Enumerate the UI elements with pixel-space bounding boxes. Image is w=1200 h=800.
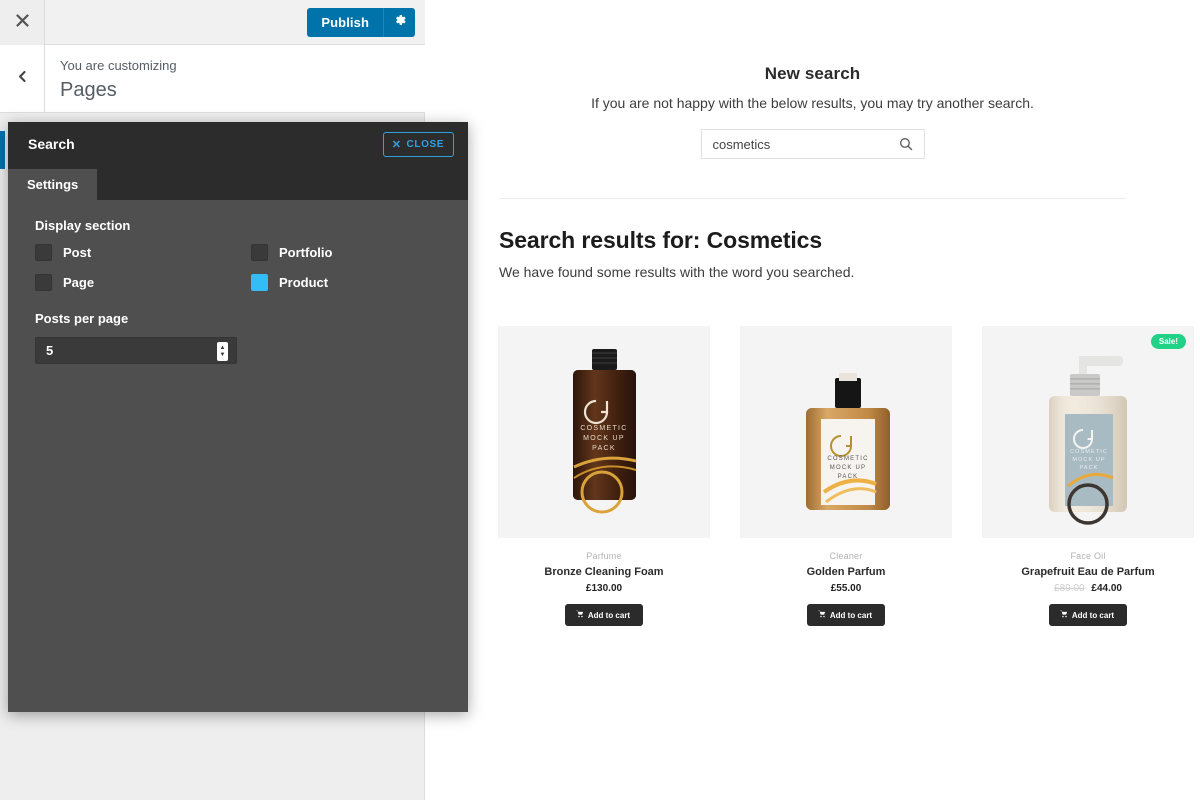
- product-image[interactable]: Sale! COSMETIC MOCK UP PACK: [982, 326, 1194, 538]
- product-image[interactable]: COSMETIC MOCK UP PACK: [498, 326, 710, 538]
- results-subtitle: We have found some results with the word…: [499, 264, 855, 280]
- panel-close-button[interactable]: ✕ CLOSE: [382, 132, 454, 157]
- checkbox-label-product: Product: [279, 275, 329, 290]
- checkbox-label-portfolio: Portfolio: [279, 245, 333, 260]
- product-card: COSMETIC MOCK UP PACK Cleaner Golden Par…: [740, 326, 952, 626]
- svg-text:COSMETIC: COSMETIC: [1070, 449, 1108, 455]
- product-category: Face Oil: [1070, 551, 1106, 561]
- product-grid: COSMETIC MOCK UP PACK Parfume Bronze Cle…: [498, 326, 1200, 626]
- product-card: COSMETIC MOCK UP PACK Parfume Bronze Cle…: [498, 326, 710, 626]
- customizer-header-text: You are customizing Pages: [45, 45, 177, 112]
- product-price-original: £89.00: [1054, 583, 1085, 594]
- panel-tabs: Settings: [8, 169, 468, 200]
- product-category: Parfume: [586, 551, 622, 561]
- display-section-label: Display section: [35, 218, 131, 233]
- product-price-current: £55.00: [830, 583, 862, 594]
- shopping-cart-icon: [575, 610, 584, 620]
- results-title: Search results for: Cosmetics: [499, 227, 823, 253]
- checkbox-row-product[interactable]: Product: [251, 274, 467, 291]
- panel-close-label: CLOSE: [406, 139, 444, 150]
- checkbox-label-page: Page: [63, 275, 95, 290]
- active-section-indicator: [0, 131, 5, 169]
- checkbox-row-portfolio[interactable]: Portfolio: [251, 244, 467, 261]
- search-icon[interactable]: [899, 137, 913, 151]
- add-to-cart-button[interactable]: Add to cart: [1048, 604, 1128, 626]
- publish-group: Publish: [307, 8, 415, 37]
- panel-body: Display section Post Portfolio Page Prod…: [8, 200, 468, 364]
- checkbox-portfolio[interactable]: [251, 244, 268, 261]
- panel-header: Search ✕ CLOSE: [8, 122, 468, 169]
- back-button[interactable]: [0, 45, 45, 112]
- product-price-current: £44.00: [1091, 583, 1122, 594]
- svg-text:MOCK UP: MOCK UP: [830, 465, 866, 471]
- close-customizer-button[interactable]: [0, 0, 45, 45]
- search-input[interactable]: [712, 136, 899, 152]
- stepper-arrows-icon[interactable]: ▲ ▼: [217, 342, 228, 361]
- new-search-subtitle: If you are not happy with the below resu…: [591, 95, 1034, 111]
- checkbox-label-post: Post: [63, 245, 92, 260]
- customizing-label: You are customizing: [60, 58, 177, 73]
- checkbox-post[interactable]: [35, 244, 52, 261]
- product-category: Cleaner: [829, 551, 863, 561]
- add-to-cart-label: Add to cart: [1071, 610, 1115, 620]
- gear-icon: [393, 13, 407, 32]
- site-preview: New search If you are not happy with the…: [425, 0, 1200, 800]
- svg-text:COSMETIC: COSMETIC: [580, 425, 627, 432]
- screen: Publish You are customizing Pages Search…: [0, 0, 1200, 800]
- stepper-down[interactable]: ▼: [220, 352, 226, 358]
- product-price-current: £130.00: [585, 583, 623, 594]
- product-name[interactable]: Bronze Cleaning Foam: [498, 566, 710, 578]
- product-price: £130.00: [498, 583, 710, 594]
- customizer-settings-button[interactable]: [383, 8, 415, 37]
- add-to-cart-button[interactable]: Add to cart: [806, 604, 886, 626]
- product-price: £89.00 £44.00: [982, 583, 1194, 594]
- search-field-wrapper[interactable]: [700, 129, 925, 159]
- close-x-icon: ✕: [391, 139, 402, 151]
- publish-button[interactable]: Publish: [307, 8, 383, 37]
- customizer-topbar: Publish: [0, 0, 425, 45]
- svg-text:MOCK UP: MOCK UP: [583, 435, 625, 442]
- posts-per-page-input[interactable]: 5 ▲ ▼: [35, 337, 237, 364]
- panel-title: Search: [28, 136, 75, 152]
- product-card: Sale! COSMETIC MOCK UP PACK Face Oil Gra…: [982, 326, 1194, 626]
- display-section-checkboxes: Post Portfolio Page Product: [35, 244, 448, 291]
- close-x-icon: [15, 13, 30, 33]
- add-to-cart-label: Add to cart: [829, 610, 873, 620]
- brown-bottle-illustration: COSMETIC MOCK UP PACK: [498, 326, 710, 538]
- checkbox-row-post[interactable]: Post: [35, 244, 251, 261]
- add-to-cart-button[interactable]: Add to cart: [564, 604, 644, 626]
- product-image[interactable]: COSMETIC MOCK UP PACK: [740, 326, 952, 538]
- svg-text:PACK: PACK: [1080, 465, 1099, 471]
- product-name[interactable]: Golden Parfum: [740, 566, 952, 578]
- posts-per-page-label: Posts per page: [35, 311, 129, 326]
- checkbox-page[interactable]: [35, 274, 52, 291]
- shopping-cart-icon: [817, 610, 826, 620]
- shopping-cart-icon: [1059, 610, 1068, 620]
- tab-settings[interactable]: Settings: [8, 169, 98, 200]
- search-widget-panel: Search ✕ CLOSE Settings Display section …: [8, 122, 468, 712]
- sale-badge: Sale!: [1150, 334, 1186, 349]
- page-title: Pages: [60, 79, 117, 101]
- posts-per-page-value: 5: [46, 343, 54, 358]
- chevron-left-icon: [16, 70, 29, 88]
- pump-bottle-illustration: COSMETIC MOCK UP PACK: [982, 326, 1194, 538]
- amber-bottle-illustration: COSMETIC MOCK UP PACK: [740, 326, 952, 538]
- stepper-up[interactable]: ▲: [220, 345, 226, 351]
- product-name[interactable]: Grapefruit Eau de Parfum: [982, 566, 1194, 578]
- svg-text:COSMETIC: COSMETIC: [827, 456, 868, 462]
- svg-text:PACK: PACK: [592, 445, 616, 452]
- product-price: £55.00: [740, 583, 952, 594]
- svg-text:MOCK UP: MOCK UP: [1072, 457, 1105, 463]
- customizer-section-header: You are customizing Pages: [0, 45, 425, 113]
- add-to-cart-label: Add to cart: [587, 610, 631, 620]
- checkbox-product[interactable]: [251, 274, 268, 291]
- section-divider: [499, 198, 1126, 199]
- new-search-title: New search: [764, 64, 861, 83]
- checkbox-row-page[interactable]: Page: [35, 274, 251, 291]
